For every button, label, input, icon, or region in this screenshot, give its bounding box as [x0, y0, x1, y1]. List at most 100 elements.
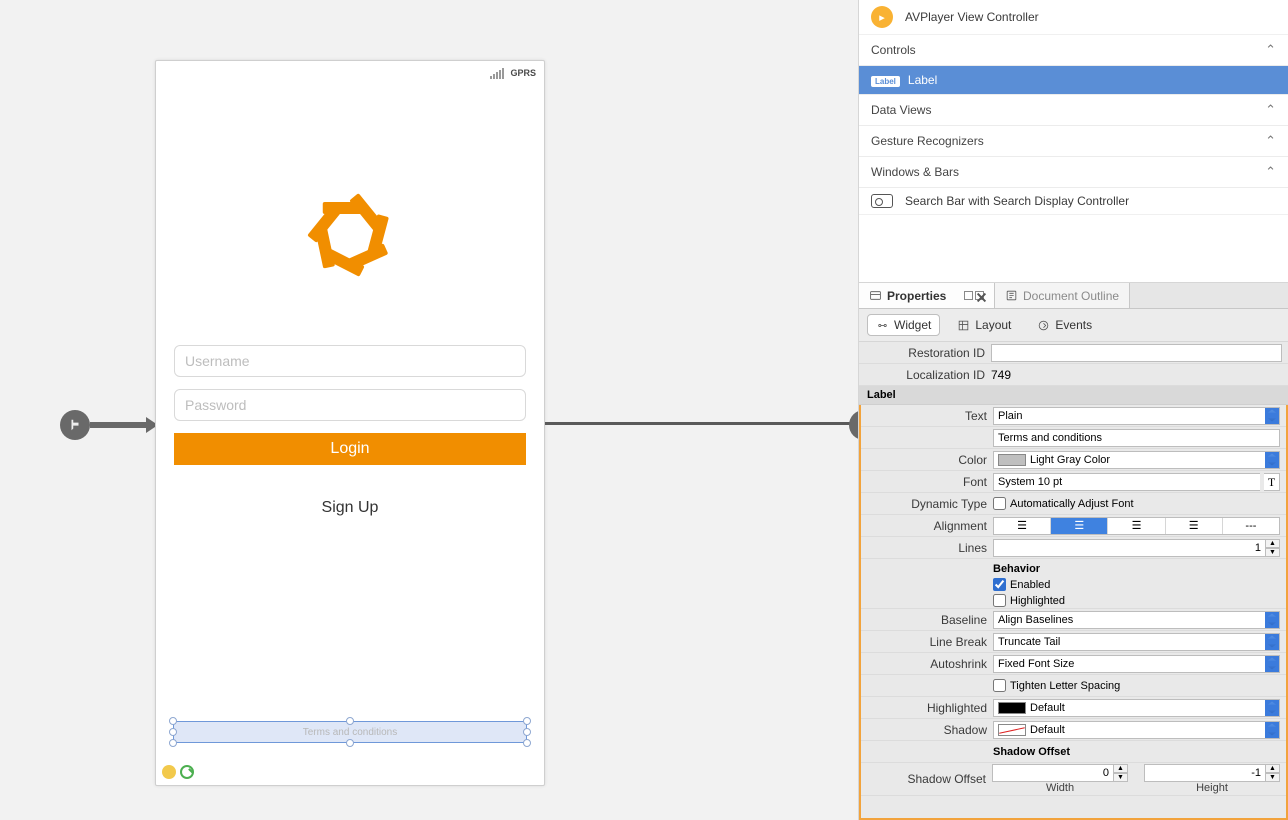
library-section-windows[interactable]: Windows & Bars ⌃ — [859, 157, 1288, 188]
prop-label: Baseline — [861, 613, 993, 627]
shadow-offset-header: Shadow Offset — [993, 746, 1070, 758]
library-item-label-control[interactable]: LabelLabel — [859, 66, 1288, 95]
library-section-data-views[interactable]: Data Views ⌃ — [859, 95, 1288, 126]
view-controller-scene[interactable]: GPRS Login Sign Up Terms and conditions — [155, 60, 545, 786]
prop-label: Shadow — [861, 723, 993, 737]
password-field[interactable] — [174, 389, 526, 421]
segue-entry-point[interactable] — [60, 410, 90, 440]
library-section-label: Controls — [871, 43, 916, 57]
resize-handle[interactable] — [169, 728, 177, 736]
resize-handle[interactable] — [169, 717, 177, 725]
library-item-label: AVPlayer View Controller — [905, 10, 1039, 24]
shadow-width-stepper[interactable]: ▲▼ — [1114, 764, 1128, 782]
behavior-header: Behavior — [993, 563, 1040, 575]
alignment-segmented[interactable]: ☰ ☰ ☰ ☰ --- — [993, 517, 1280, 535]
prop-restoration-id: Restoration ID — [859, 342, 1288, 364]
subtab-widget[interactable]: Widget — [867, 314, 940, 336]
section-label: Label — [859, 386, 1288, 405]
checkbox-label: Tighten Letter Spacing — [1010, 680, 1120, 692]
text-value-input[interactable] — [993, 429, 1280, 447]
library-item-avplayer[interactable]: ▸ AVPlayer View Controller — [859, 0, 1288, 35]
library-section-label: Data Views — [871, 103, 931, 117]
align-justify[interactable]: ☰ — [1166, 518, 1223, 534]
text-mode-combo[interactable]: Plain — [993, 407, 1280, 425]
shadow-height-stepper[interactable]: ▲▼ — [1266, 764, 1280, 782]
subtab-events[interactable]: Events — [1028, 314, 1101, 336]
font-input[interactable] — [993, 473, 1260, 491]
autoshrink-combo[interactable]: Fixed Font Size — [993, 655, 1280, 673]
subtab-label: Widget — [894, 318, 931, 332]
resize-handle[interactable] — [169, 739, 177, 747]
tab-label: Properties — [887, 289, 946, 303]
username-field[interactable] — [174, 345, 526, 377]
lines-stepper[interactable]: ▲▼ — [1266, 539, 1280, 557]
resize-handle[interactable] — [523, 728, 531, 736]
library-section-gesture[interactable]: Gesture Recognizers ⌃ — [859, 126, 1288, 157]
prop-label: Line Break — [861, 635, 993, 649]
terms-label-selected[interactable]: Terms and conditions — [173, 721, 527, 743]
undock-icon[interactable] — [964, 291, 973, 300]
object-library: ▸ AVPlayer View Controller Controls ⌃ La… — [859, 0, 1288, 283]
inspector-panel: ▸ AVPlayer View Controller Controls ⌃ La… — [858, 0, 1288, 820]
lines-input[interactable] — [993, 539, 1266, 557]
close-icon[interactable] — [975, 291, 984, 300]
shadow-height-input[interactable] — [1144, 764, 1266, 782]
terms-text: Terms and conditions — [303, 727, 398, 738]
localization-id-value: 749 — [991, 368, 1011, 382]
resize-handle[interactable] — [346, 717, 354, 725]
checkbox-label: Highlighted — [1010, 595, 1065, 607]
chevron-up-icon: ⌃ — [1265, 133, 1276, 149]
library-item-label: Search Bar with Search Display Controlle… — [905, 194, 1129, 208]
font-picker-button[interactable]: T — [1264, 473, 1280, 491]
library-section-label: Gesture Recognizers — [871, 134, 984, 148]
align-right[interactable]: ☰ — [1108, 518, 1165, 534]
caption: Height — [1144, 782, 1280, 794]
library-item-searchbar[interactable]: Search Bar with Search Display Controlle… — [859, 188, 1288, 215]
prop-label: Text — [861, 409, 993, 423]
subtab-layout[interactable]: Layout — [948, 314, 1020, 336]
signal-icon — [490, 68, 504, 79]
auto-adjust-font-checkbox[interactable] — [993, 497, 1006, 510]
signup-button[interactable]: Sign Up — [174, 499, 526, 517]
exit-icon[interactable] — [180, 765, 194, 779]
first-responder-icon[interactable] — [162, 765, 176, 779]
tab-properties[interactable]: Properties — [859, 283, 995, 308]
tab-document-outline[interactable]: Document Outline — [995, 283, 1130, 308]
panel-tabs: Properties Document Outline — [859, 283, 1288, 309]
searchbar-icon — [871, 194, 893, 208]
shadow-color-combo[interactable]: Default — [993, 721, 1280, 739]
prop-label: Color — [861, 453, 993, 467]
resize-handle[interactable] — [523, 717, 531, 725]
library-section-controls[interactable]: Controls ⌃ — [859, 35, 1288, 66]
chevron-up-icon: ⌃ — [1265, 164, 1276, 180]
color-swatch — [998, 724, 1026, 736]
color-combo[interactable]: Light Gray Color — [993, 451, 1280, 469]
tighten-checkbox[interactable] — [993, 679, 1006, 692]
caption: Width — [992, 782, 1128, 794]
enabled-checkbox[interactable] — [993, 578, 1006, 591]
properties-body: Text Plain Color Light Gray Color Font T… — [859, 405, 1288, 820]
align-left[interactable]: ☰ — [994, 518, 1051, 534]
property-subtabs: Widget Layout Events — [859, 309, 1288, 342]
checkbox-label: Automatically Adjust Font — [1010, 498, 1134, 510]
prop-label: Restoration ID — [859, 346, 991, 360]
baseline-combo[interactable]: Align Baselines — [993, 611, 1280, 629]
linebreak-combo[interactable]: Truncate Tail — [993, 633, 1280, 651]
align-natural[interactable]: --- — [1223, 518, 1279, 534]
resize-handle[interactable] — [523, 739, 531, 747]
resize-handle[interactable] — [346, 739, 354, 747]
chevron-up-icon: ⌃ — [1265, 102, 1276, 118]
scene-dock[interactable] — [162, 765, 194, 779]
login-button[interactable]: Login — [174, 433, 526, 465]
highlighted-checkbox[interactable] — [993, 594, 1006, 607]
tab-label: Document Outline — [1023, 289, 1119, 303]
highlighted-color-combo[interactable]: Default — [993, 699, 1280, 717]
prop-label: Alignment — [861, 519, 993, 533]
segue-arrow — [90, 422, 148, 428]
avplayer-icon: ▸ — [871, 6, 893, 28]
shadow-width-input[interactable] — [992, 764, 1114, 782]
restoration-id-input[interactable] — [991, 344, 1282, 362]
align-center[interactable]: ☰ — [1051, 518, 1108, 534]
design-canvas[interactable]: GPRS Login Sign Up Terms and conditions — [0, 0, 858, 820]
status-bar: GPRS — [156, 61, 544, 85]
